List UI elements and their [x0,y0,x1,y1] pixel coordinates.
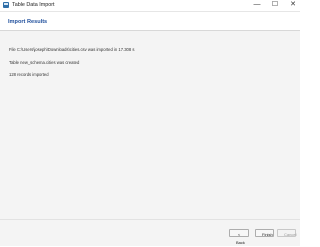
records-imported-message: 128 records imported [9,72,49,77]
results-panel: File C:\Users\joseph\Downloads\cities.cs… [0,31,300,219]
page-title: Import Results [8,19,48,25]
table-created-message: Table new_schema.cities was created [9,60,80,65]
back-button[interactable]: < Back [229,229,249,245]
close-button[interactable]: ✕ [286,0,300,10]
window-title: Table Data Import [12,2,55,8]
title-bar: Table Data Import — ☐ ✕ [0,0,300,12]
minimize-button[interactable]: — [250,0,264,10]
app-window-icon [3,2,9,8]
wizard-header: Import Results [0,12,300,31]
import-file-message: File C:\Users\joseph\Downloads\cities.cs… [9,47,135,52]
finish-button[interactable]: Finish [255,229,274,237]
button-bar: < Back Finish Cancel [0,219,300,246]
maximize-button[interactable]: ☐ [268,0,282,10]
cancel-button[interactable]: Cancel [277,229,296,237]
